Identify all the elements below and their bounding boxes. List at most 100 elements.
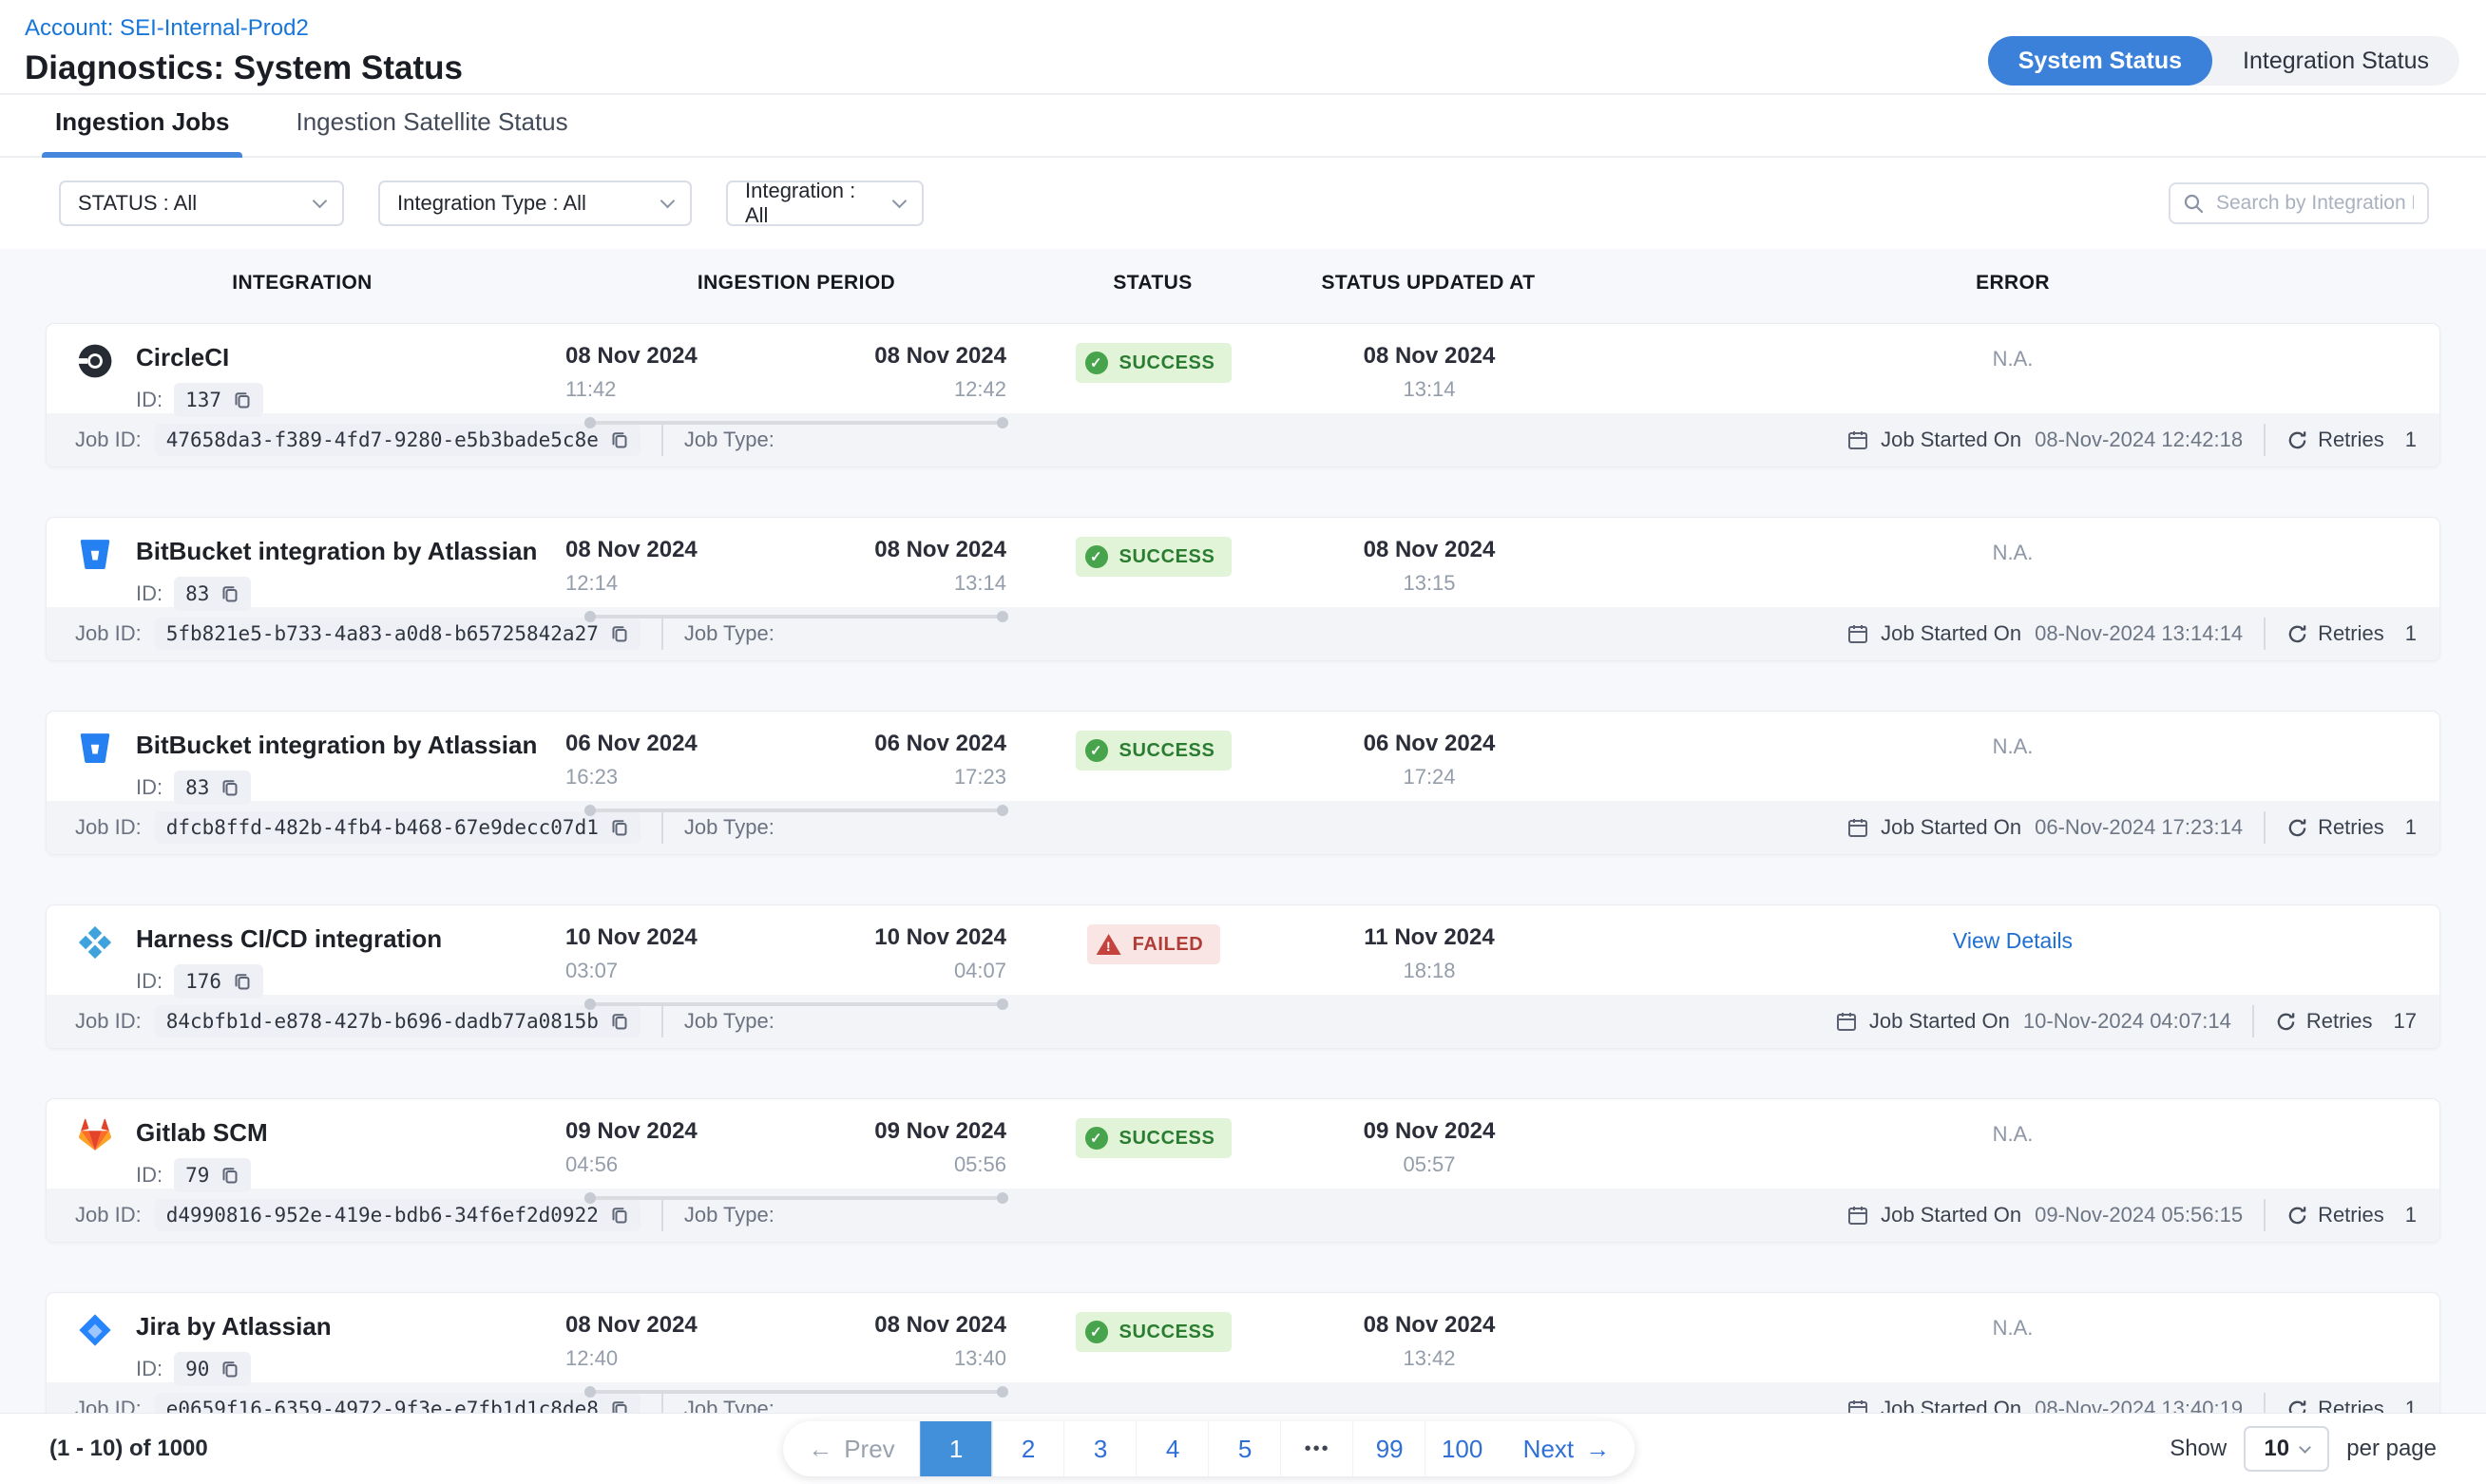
- copy-icon[interactable]: [610, 818, 629, 837]
- job-id-chip: dfcb8ffd-482b-4fb4-b468-67e9decc07d1: [155, 811, 641, 844]
- integration-filter-dropdown[interactable]: Integration : All: [726, 181, 924, 226]
- period-end-time: 05:56: [874, 1152, 1006, 1177]
- ingestion-period-cell: 08 Nov 202411:42 08 Nov 202412:42: [560, 343, 1035, 425]
- job-id-label: Job ID:: [75, 621, 142, 646]
- period-start-date: 06 Nov 2024: [565, 731, 698, 757]
- job-card: Gitlab SCM ID: 79 09 Nov 202404:56 09 No…: [46, 1098, 2440, 1243]
- ingestion-period-cell: 08 Nov 202412:14 08 Nov 202413:14: [560, 537, 1035, 618]
- retries-value: 1: [2405, 428, 2417, 452]
- retries-icon: [2286, 623, 2308, 645]
- error-cell: N.A.: [1586, 537, 2439, 618]
- integration-id-value: 79: [185, 1164, 209, 1187]
- copy-icon[interactable]: [220, 1166, 239, 1185]
- search-input[interactable]: [2214, 191, 2416, 216]
- ingestion-period-cell: 06 Nov 202416:23 06 Nov 202417:23: [560, 731, 1035, 812]
- job-card: BitBucket integration by Atlassian ID: 8…: [46, 711, 2440, 855]
- jira-icon: [77, 1312, 113, 1348]
- integration-name: Harness CI/CD integration: [136, 924, 442, 953]
- period-start-time: 12:14: [565, 571, 698, 596]
- period-start-time: 04:56: [565, 1152, 698, 1177]
- period-end-time: 04:07: [874, 959, 1006, 983]
- copy-icon[interactable]: [220, 1360, 239, 1379]
- prev-page-button[interactable]: ← Prev: [783, 1421, 920, 1476]
- integration-type-filter-dropdown[interactable]: Integration Type : All: [378, 181, 692, 226]
- period-end-date: 08 Nov 2024: [874, 537, 1006, 563]
- period-start-time: 12:40: [565, 1346, 698, 1371]
- error-cell-text: N.A.: [1993, 347, 2034, 371]
- page-button[interactable]: 2: [993, 1421, 1065, 1476]
- retries-value: 1: [2405, 621, 2417, 646]
- copy-icon[interactable]: [233, 390, 252, 409]
- job-started-on-value: 10-Nov-2024 04:07:14: [2023, 1009, 2231, 1034]
- error-cell: N.A.: [1586, 1118, 2439, 1200]
- vertical-divider: [2264, 618, 2266, 650]
- job-id-value: dfcb8ffd-482b-4fb4-b468-67e9decc07d1: [166, 816, 599, 839]
- error-cell-text: N.A.: [1993, 1316, 2034, 1340]
- page-button[interactable]: 5: [1210, 1421, 1282, 1476]
- status-filter-dropdown[interactable]: STATUS : All: [59, 181, 344, 226]
- chevron-down-icon: [2299, 1441, 2311, 1454]
- integration-status-toggle[interactable]: Integration Status: [2212, 36, 2459, 86]
- retries-label: Retries: [2318, 1203, 2384, 1227]
- status-updated-date: 11 Nov 2024: [1272, 924, 1586, 951]
- period-range-slider: [586, 1196, 1006, 1200]
- vertical-divider: [2264, 811, 2266, 844]
- id-label: ID:: [136, 1357, 163, 1381]
- error-cell-text: N.A.: [1993, 541, 2034, 564]
- page-size-select[interactable]: 10: [2244, 1426, 2329, 1472]
- next-page-button[interactable]: Next →: [1499, 1421, 1635, 1476]
- period-start-date: 10 Nov 2024: [565, 924, 698, 951]
- ingestion-period-cell: 10 Nov 202403:07 10 Nov 202404:07: [560, 924, 1035, 1006]
- page-button[interactable]: 1: [921, 1421, 993, 1476]
- job-id-value: e0659f16-6359-4972-9f3e-e7fb1d1c8de8: [166, 1398, 599, 1414]
- copy-icon[interactable]: [610, 1399, 629, 1414]
- id-label: ID:: [136, 581, 163, 606]
- job-started-on-label: Job Started On: [1881, 1203, 2021, 1227]
- tab-ingestion-satellite-status[interactable]: Ingestion Satellite Status: [290, 107, 573, 156]
- account-link[interactable]: Account: SEI-Internal-Prod2: [25, 15, 309, 42]
- job-started-on-label: Job Started On: [1869, 1009, 2010, 1034]
- copy-icon[interactable]: [220, 584, 239, 603]
- page-button[interactable]: 4: [1138, 1421, 1210, 1476]
- calendar-icon: [1846, 622, 1869, 645]
- status-updated-cell: 08 Nov 2024 13:42: [1272, 1312, 1586, 1394]
- error-cell: N.A.: [1586, 1312, 2439, 1394]
- check-circle-icon: ✓: [1085, 1321, 1108, 1343]
- period-start-date: 08 Nov 2024: [565, 1312, 698, 1339]
- status-updated-time: 17:24: [1272, 765, 1586, 790]
- show-label: Show: [2170, 1436, 2227, 1462]
- job-id-chip: 84cbfb1d-e878-427b-b696-dadb77a0815b: [155, 1005, 641, 1037]
- page-button[interactable]: 100: [1426, 1421, 1499, 1476]
- copy-icon[interactable]: [610, 430, 629, 449]
- period-start-time: 03:07: [565, 959, 698, 983]
- status-label: SUCCESS: [1119, 740, 1215, 762]
- page-button[interactable]: 3: [1065, 1421, 1138, 1476]
- copy-icon[interactable]: [610, 624, 629, 643]
- page-button[interactable]: 99: [1354, 1421, 1426, 1476]
- copy-icon[interactable]: [610, 1012, 629, 1031]
- integration-id-value: 90: [185, 1358, 209, 1380]
- check-circle-icon: ✓: [1085, 545, 1108, 568]
- column-header-error: ERROR: [1585, 272, 2440, 295]
- calendar-icon: [1835, 1010, 1858, 1033]
- status-updated-cell: 08 Nov 2024 13:14: [1272, 343, 1586, 425]
- status-updated-cell: 06 Nov 2024 17:24: [1272, 731, 1586, 812]
- error-cell-text[interactable]: View Details: [1953, 928, 2073, 953]
- system-status-toggle[interactable]: System Status: [1988, 36, 2212, 86]
- search-box: [2169, 182, 2429, 224]
- circleci-icon: [77, 343, 113, 379]
- copy-icon[interactable]: [220, 778, 239, 797]
- job-card: Jira by Atlassian ID: 90 08 Nov 202412:4…: [46, 1292, 2440, 1414]
- job-id-chip: e0659f16-6359-4972-9f3e-e7fb1d1c8de8: [155, 1393, 641, 1414]
- status-badge: ✓ SUCCESS: [1076, 343, 1233, 383]
- jobs-list: CircleCI ID: 137 08 Nov 202411:42 08 Nov…: [46, 323, 2440, 1414]
- tab-ingestion-jobs[interactable]: Ingestion Jobs: [49, 107, 235, 156]
- copy-icon[interactable]: [610, 1206, 629, 1225]
- error-cell-text: N.A.: [1993, 734, 2034, 758]
- job-started-on-value: 08-Nov-2024 12:42:18: [2035, 428, 2243, 452]
- results-range: (1 - 10) of 1000: [49, 1436, 208, 1462]
- copy-icon[interactable]: [233, 972, 252, 991]
- page-ellipsis: •••: [1282, 1421, 1354, 1476]
- status-label: SUCCESS: [1119, 352, 1215, 374]
- integration-id-value: 137: [185, 389, 221, 411]
